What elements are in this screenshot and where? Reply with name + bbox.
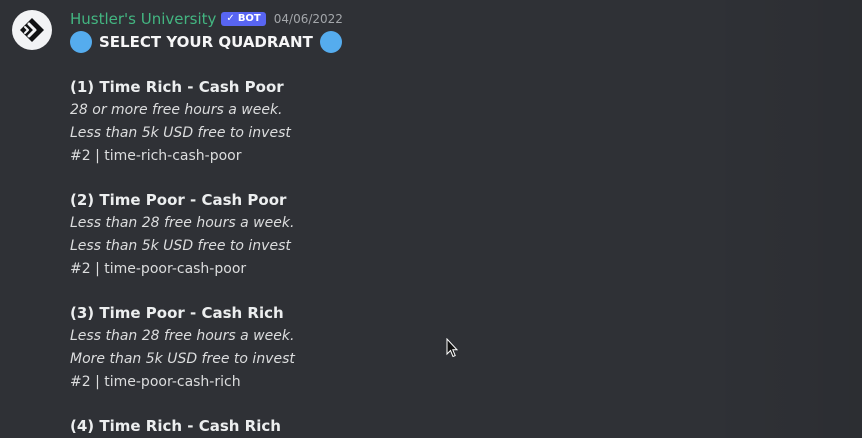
quadrant-1: (1) Time Rich - Cash Poor 28 or more fre… bbox=[70, 76, 670, 168]
quadrant-cash: More than 5k USD free to invest bbox=[70, 351, 295, 367]
quadrant-hours: 28 or more free hours a week. bbox=[70, 102, 283, 118]
hustlers-university-logo-icon bbox=[20, 18, 44, 42]
message-header: Hustler's University ✓ BOT 04/06/2022 bbox=[70, 8, 343, 30]
quadrant-channel: #2 | time-poor-cash-poor bbox=[70, 261, 247, 277]
timestamp: 04/06/2022 bbox=[273, 12, 343, 26]
quadrant-3: (3) Time Poor - Cash Rich Less than 28 f… bbox=[70, 302, 670, 394]
quadrant-2: (2) Time Poor - Cash Poor Less than 28 f… bbox=[70, 189, 670, 281]
mouse-pointer-icon bbox=[446, 338, 458, 358]
quadrant-channel: #2 | time-rich-cash-poor bbox=[70, 148, 242, 164]
quadrant-title: (4) Time Rich - Cash Rich bbox=[70, 417, 281, 435]
avatar[interactable] bbox=[12, 10, 52, 50]
bot-tag: ✓ BOT bbox=[221, 12, 266, 26]
verified-check-icon: ✓ bbox=[226, 13, 235, 24]
username[interactable]: Hustler's University bbox=[70, 10, 216, 28]
blue-circle-icon bbox=[319, 31, 342, 53]
bot-tag-label: BOT bbox=[237, 13, 261, 24]
quadrant-title: (1) Time Rich - Cash Poor bbox=[70, 78, 284, 96]
headline: SELECT YOUR QUADRANT bbox=[70, 30, 342, 54]
headline-text: SELECT YOUR QUADRANT bbox=[99, 33, 313, 51]
quadrant-cash: Less than 5k USD free to invest bbox=[70, 238, 291, 254]
quadrant-cash: Less than 5k USD free to invest bbox=[70, 125, 291, 141]
quadrant-channel: #2 | time-poor-cash-rich bbox=[70, 374, 241, 390]
blue-circle-icon bbox=[70, 31, 92, 53]
quadrant-title: (3) Time Poor - Cash Rich bbox=[70, 304, 284, 322]
bot-message: Hustler's University ✓ BOT 04/06/2022 SE… bbox=[0, 0, 862, 438]
quadrant-4: (4) Time Rich - Cash Rich bbox=[70, 415, 670, 438]
quadrant-hours: Less than 28 free hours a week. bbox=[70, 328, 295, 344]
quadrant-title: (2) Time Poor - Cash Poor bbox=[70, 191, 287, 209]
quadrant-hours: Less than 28 free hours a week. bbox=[70, 215, 295, 231]
